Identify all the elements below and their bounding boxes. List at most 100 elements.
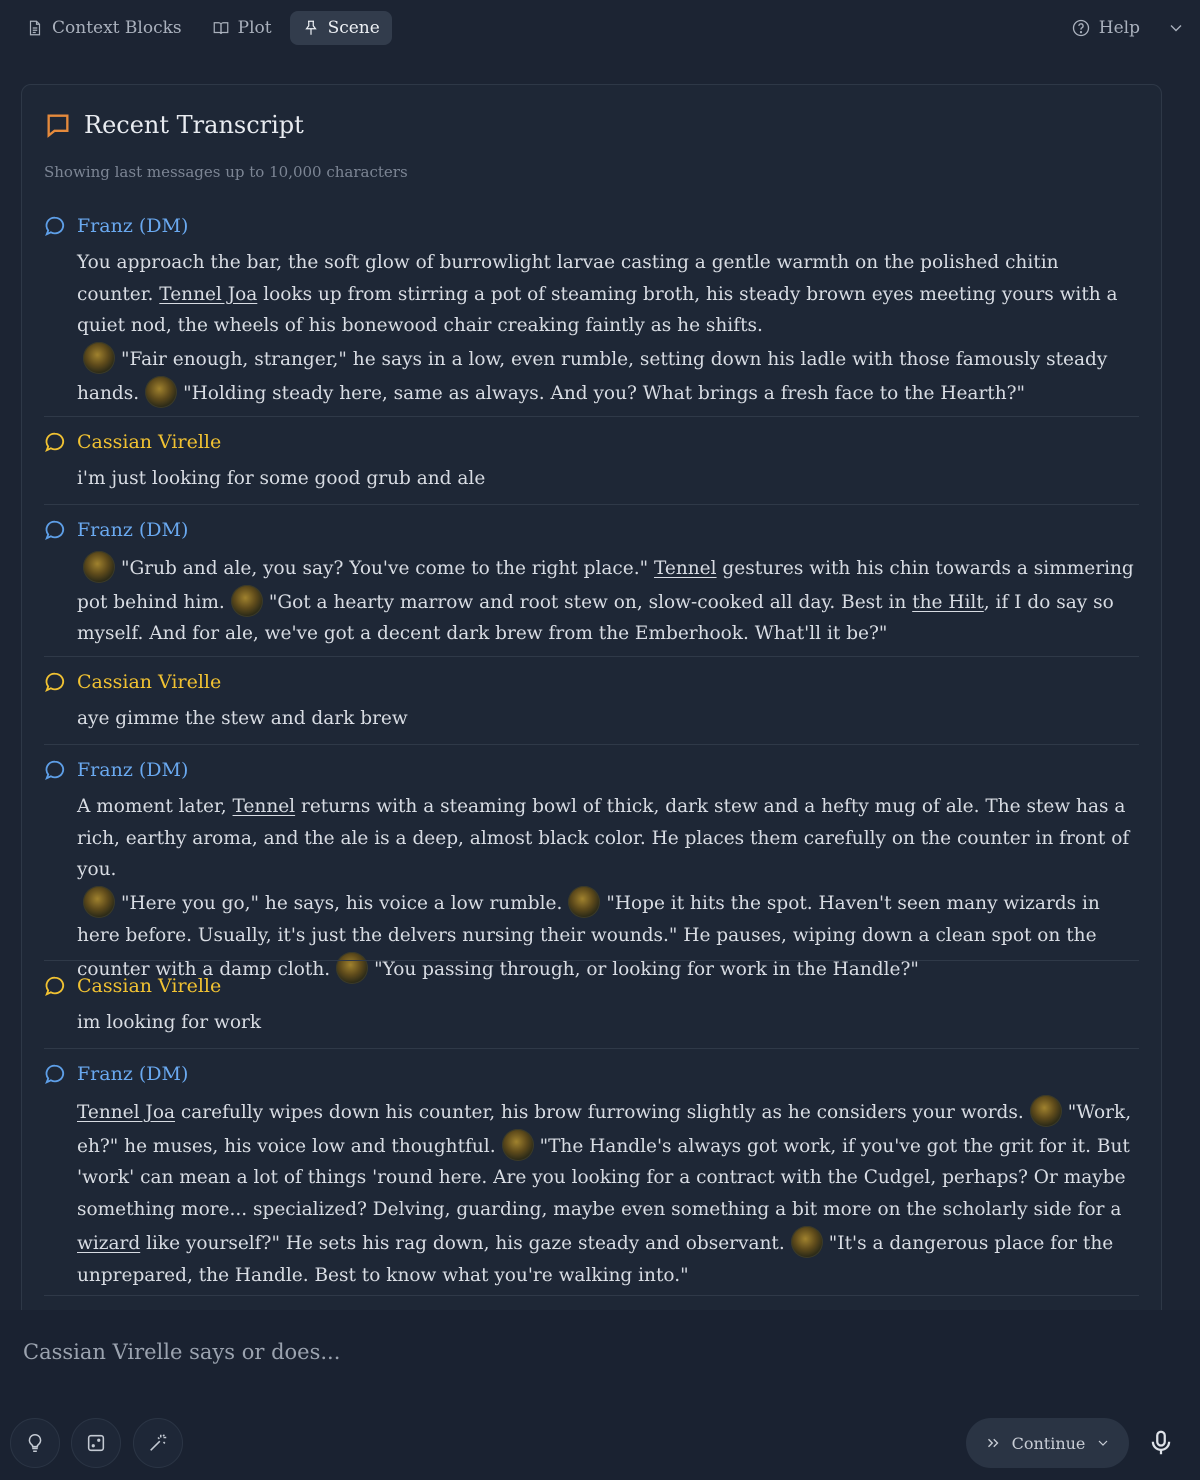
speaker-name: Franz (DM) [77, 1063, 189, 1085]
speaker-name: Cassian Virelle [77, 975, 222, 997]
dialogue: "Fair enough, stranger," [121, 349, 347, 371]
dialogue: "Got a hearty marrow and root stew on, s… [268, 591, 913, 613]
speaker-name: Franz (DM) [77, 215, 189, 237]
continue-label: Continue [1011, 1433, 1086, 1453]
magic-wand-icon [150, 1434, 167, 1451]
message-text: i'm just looking for some good grub and … [77, 468, 486, 489]
card-title: Recent Transcript [84, 111, 304, 139]
divider [44, 960, 1139, 961]
divider [44, 1048, 1139, 1049]
message-text: im looking for work [77, 1012, 262, 1033]
card-subtitle: Showing last messages up to 10,000 chara… [44, 163, 408, 181]
message-header: Cassian Virelle [44, 973, 1139, 999]
tab-label: Context Blocks [52, 18, 182, 38]
npc-avatar [83, 342, 115, 375]
message-header: Franz (DM) [44, 1061, 1139, 1087]
roll-dice-button[interactable] [71, 1418, 121, 1468]
pin-icon [304, 20, 317, 35]
npc-avatar [790, 1225, 823, 1258]
message-header: Franz (DM) [44, 757, 1139, 783]
magic-button[interactable] [133, 1418, 183, 1468]
microphone-icon [1151, 1430, 1171, 1455]
suggest-button[interactable] [10, 1418, 60, 1468]
npc-avatar [568, 886, 601, 919]
speech-bubble-icon [45, 672, 65, 693]
divider [44, 744, 1139, 745]
narration: he muses, his voice low and thoughtful. [118, 1135, 496, 1157]
speech-bubble-icon [45, 760, 65, 781]
dialogue: "Here you go," [121, 893, 260, 915]
continue-button[interactable]: Continue [966, 1418, 1129, 1468]
npc-link[interactable]: Tennel Joa [159, 284, 257, 305]
chevron-down-icon [1170, 25, 1182, 32]
speech-bubble-icon [45, 1064, 65, 1085]
npc-avatar [83, 551, 115, 583]
transcript-card: Recent Transcript Showing last messages … [21, 84, 1162, 1344]
npc-link[interactable]: Tennel [654, 558, 717, 579]
dialogue: "Grub and ale, you say? You've come to t… [121, 558, 649, 579]
chat-icon [47, 114, 69, 138]
npc-avatar [501, 1128, 534, 1161]
message-header: Franz (DM) [44, 517, 1139, 543]
npc-avatar [230, 584, 263, 617]
message: Franz (DM) Tennel Joa carefully wipes do… [44, 1061, 1139, 1291]
tab-label: Scene [327, 18, 380, 38]
message-text: A moment later, Tennel returns with a st… [77, 791, 1139, 985]
class-link[interactable]: wizard [77, 1233, 140, 1254]
dice-icon [87, 1434, 105, 1452]
divider [44, 656, 1139, 657]
lightbulb-icon [28, 1433, 42, 1453]
microphone-button[interactable] [1146, 1428, 1176, 1462]
collapse-button[interactable] [1166, 18, 1186, 38]
tab-plot[interactable]: Plot [200, 11, 284, 45]
speaker-name: Cassian Virelle [77, 431, 222, 453]
message: Franz (DM) You approach the bar, the sof… [44, 213, 1139, 410]
npc-avatar [1029, 1095, 1062, 1127]
double-chevron-right-icon [987, 1438, 999, 1448]
npc-link[interactable]: Tennel [233, 796, 296, 817]
divider [44, 1295, 1139, 1296]
document-icon [29, 20, 41, 36]
composer: Cassian Virelle says or does... Continue [0, 1310, 1200, 1480]
message: Cassian Virelle i'm just looking for som… [44, 429, 1139, 495]
book-icon [213, 22, 228, 35]
message-text: "Grub and ale, you say? You've come to t… [77, 551, 1139, 650]
speaker-name: Franz (DM) [77, 759, 189, 781]
top-nav: Context Blocks Plot Scene Help [0, 0, 1200, 56]
speech-bubble-icon [45, 520, 65, 541]
narration: A moment later, [77, 796, 233, 817]
dialogue: like yourself?" [140, 1232, 280, 1254]
tab-context-blocks[interactable]: Context Blocks [14, 11, 194, 45]
action-input[interactable]: Cassian Virelle says or does... [23, 1340, 340, 1364]
card-header: Recent Transcript [44, 111, 304, 139]
narration: carefully wipes down his counter, his br… [175, 1102, 1024, 1123]
message-header: Cassian Virelle [44, 429, 1139, 455]
npc-link[interactable]: Tennel Joa [77, 1102, 175, 1123]
chevron-down-icon [1098, 1440, 1108, 1446]
divider [44, 416, 1139, 417]
help-button[interactable]: Help [1071, 18, 1140, 38]
speech-bubble-icon [45, 976, 65, 997]
speaker-name: Cassian Virelle [77, 671, 222, 693]
help-icon [1072, 19, 1089, 37]
message-header: Cassian Virelle [44, 669, 1139, 695]
help-label: Help [1098, 18, 1140, 38]
npc-avatar [83, 886, 115, 919]
tab-scene[interactable]: Scene [289, 11, 392, 45]
message: Cassian Virelle im looking for work [44, 973, 1139, 1039]
message-text: aye gimme the stew and dark brew [77, 708, 408, 729]
message-header: Franz (DM) [44, 213, 1139, 239]
narration: He sets his rag down, his gaze steady an… [279, 1232, 785, 1254]
speech-bubble-icon [45, 216, 65, 237]
message: Franz (DM) A moment later, Tennel return… [44, 757, 1139, 985]
location-link[interactable]: the Hilt [912, 592, 984, 613]
message-text: Tennel Joa carefully wipes down his coun… [77, 1095, 1139, 1291]
npc-avatar [145, 375, 178, 408]
speaker-name: Franz (DM) [77, 519, 189, 541]
message: Franz (DM) "Grub and ale, you say? You'v… [44, 517, 1139, 650]
narration: he says, his voice a low rumble. [259, 893, 563, 915]
dialogue: "Holding steady here, same as always. An… [183, 382, 1026, 404]
tab-label: Plot [237, 18, 272, 38]
message-text: You approach the bar, the soft glow of b… [77, 247, 1139, 410]
speech-bubble-icon [45, 432, 65, 453]
